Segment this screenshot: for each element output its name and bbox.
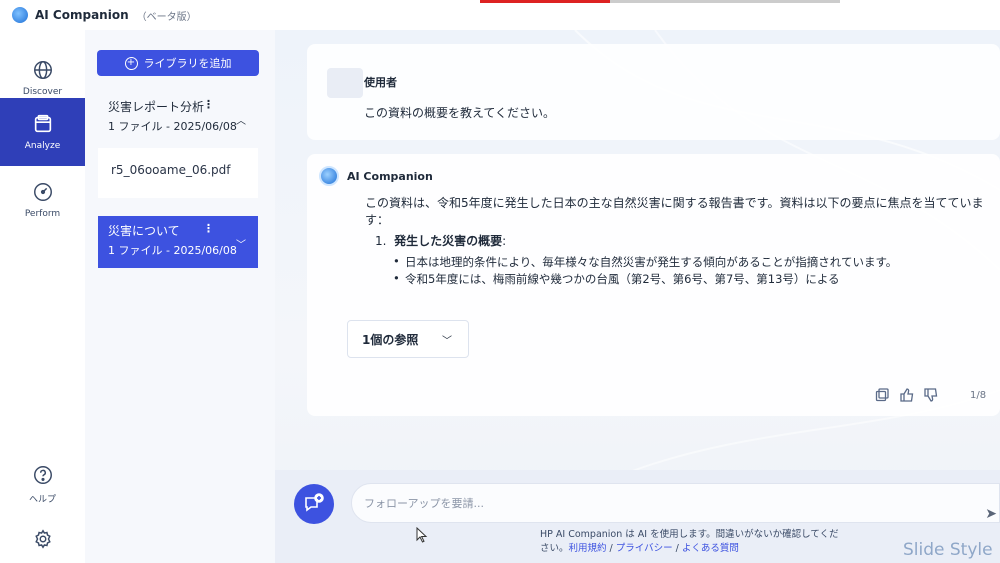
window-divider-line [610, 0, 840, 3]
response-pager: 1/8 [970, 390, 987, 401]
chevron-down-icon: ﹀ [442, 336, 452, 347]
rail-item-label: Analyze [24, 141, 61, 151]
plus-circle-icon: + [124, 56, 138, 70]
link-separator: / [606, 543, 616, 554]
watermark: Slide Style [903, 540, 993, 560]
gauge-icon [33, 183, 52, 201]
mouse-cursor-icon [416, 527, 428, 543]
follow-up-placeholder: フォローアップを要請... [364, 497, 485, 510]
ai-name: AI Companion [347, 170, 433, 183]
library-file-item[interactable]: r5_06ooame_06.pdf [98, 148, 258, 198]
gear-icon [34, 529, 51, 549]
user-message-text: この資料の概要を教えてください。 [364, 106, 556, 120]
library-panel: + ライブラリを追加 災害レポート分析 1 ファイル - 2025/06/08 … [85, 30, 275, 563]
rail-item-analyze[interactable]: Analyze [0, 98, 85, 166]
list-heading-text: 発生した災害の概要 [394, 234, 503, 248]
terms-link[interactable]: 利用規約 [569, 543, 607, 554]
faq-link[interactable]: よくある質問 [682, 543, 739, 554]
ai-response-intro: この資料は、令和5年度に発生した日本の主な自然災害に関する報告書です。資料は以下… [365, 196, 984, 227]
privacy-link[interactable]: プライバシー [616, 543, 673, 554]
add-library-label: ライブラリを追加 [143, 57, 232, 70]
library-group-about-disasters[interactable]: 災害について 1 ファイル - 2025/06/08 ⋮ ﹀ [98, 216, 258, 268]
ai-companion-logo-icon [319, 166, 339, 186]
more-options-icon[interactable]: ⋮ [203, 98, 214, 111]
references-label: 1個の参照 [362, 332, 419, 347]
chevron-up-icon[interactable]: ︿ [236, 112, 246, 127]
user-name: 使用者 [364, 76, 397, 89]
window-accent-line [480, 0, 610, 3]
thumbs-down-icon[interactable] [923, 388, 939, 402]
add-library-button[interactable]: + ライブラリを追加 [97, 50, 259, 76]
copy-icon[interactable] [875, 388, 891, 402]
user-avatar [327, 68, 363, 98]
library-group-title: 災害について [108, 224, 180, 238]
rail-item-label: Perform [24, 209, 61, 219]
rail-item-label: ヘルプ [28, 494, 56, 505]
thumbs-up-icon[interactable] [899, 388, 915, 402]
more-options-icon[interactable]: ⋮ [203, 222, 214, 235]
globe-icon [33, 61, 52, 79]
new-chat-icon [305, 493, 324, 512]
folder-icon [34, 114, 51, 133]
ai-response-card: AI Companion この資料は、令和5年度に発生した日本の主な自然災害に関… [307, 154, 1000, 416]
send-icon[interactable]: ➤ [985, 506, 997, 522]
title-bar: AI Companion （ベータ版） [0, 0, 1000, 30]
user-message-card: 使用者 この資料の概要を教えてください。 [307, 44, 1000, 140]
input-bar: フォローアップを要請... ➤ HP AI Companion は AI を使用… [275, 470, 1000, 563]
help-icon [33, 465, 52, 484]
rail-item-label: Discover [22, 87, 63, 97]
library-group-title: 災害レポート分析 [108, 100, 205, 114]
new-chat-button[interactable] [294, 484, 334, 524]
library-group-meta: 1 ファイル - 2025/06/08 [108, 244, 237, 257]
library-group-disaster-report[interactable]: 災害レポート分析 1 ファイル - 2025/06/08 ⋮ ︿ [98, 92, 258, 144]
beta-label: （ベータ版） [136, 11, 197, 23]
ai-disclaimer: HP AI Companion は AI を使用します。間違いがないか確認してく… [540, 528, 840, 556]
list-number: 1. [375, 234, 387, 248]
follow-up-input[interactable]: フォローアップを要請... ➤ [351, 483, 1000, 523]
ai-bullet-item: 令和5年度には、梅雨前線や幾つかの台風（第2号、第6号、第7号、第13号）による [393, 271, 840, 287]
chevron-down-icon[interactable]: ﹀ [236, 236, 246, 251]
ai-list-heading: 1. 発生した災害の概要: [375, 234, 507, 248]
navigation-rail: Discover Analyze Perform ヘルプ [0, 30, 85, 563]
link-separator: / [672, 543, 682, 554]
app-logo-icon [12, 7, 28, 23]
ai-bullet-item: 日本は地理的条件により、毎年様々な自然災害が発生する傾向があることが指摘されてい… [393, 254, 897, 270]
references-dropdown[interactable]: 1個の参照 ﹀ [347, 320, 469, 358]
library-group-meta: 1 ファイル - 2025/06/08 [108, 120, 237, 133]
response-actions [875, 388, 939, 402]
rail-item-perform[interactable]: Perform [0, 166, 85, 234]
app-title: AI Companion [35, 8, 129, 22]
settings-button[interactable] [0, 508, 85, 563]
